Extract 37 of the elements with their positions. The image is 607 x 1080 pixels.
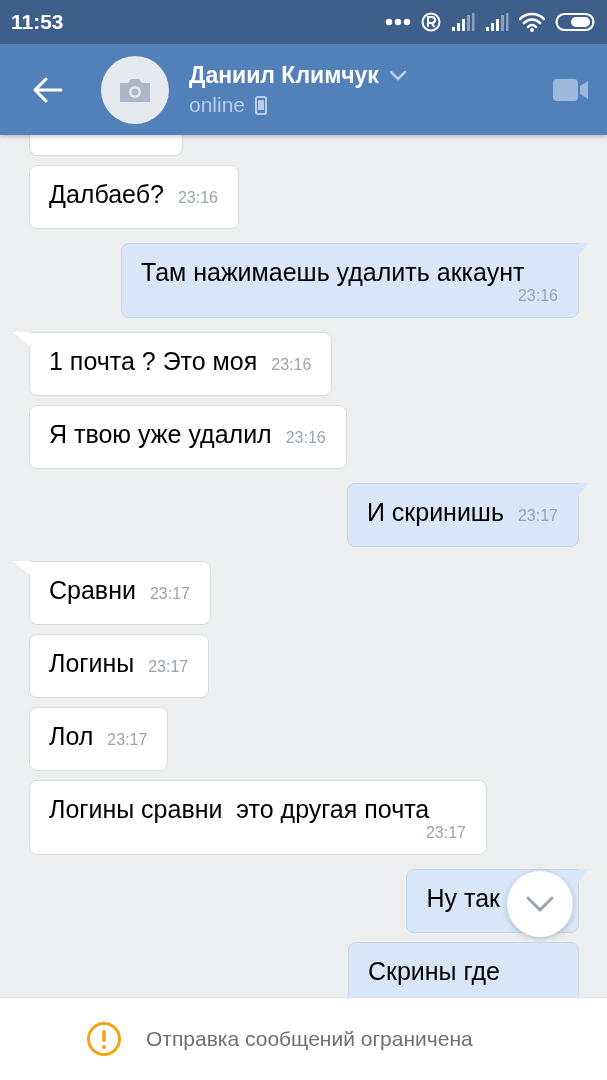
back-arrow-icon[interactable] [33, 76, 63, 103]
wifi-icon [519, 12, 545, 32]
message-time: 23:16 [177, 189, 218, 207]
message-text: Лол [49, 722, 94, 751]
phone-icon [255, 95, 268, 115]
video-camera-icon[interactable] [553, 77, 589, 102]
warning-icon [86, 1021, 122, 1057]
battery-icon [555, 12, 595, 32]
message-time: 23:17 [425, 824, 466, 842]
message-time: 23:17 [148, 658, 189, 676]
message-time: 23:16 [285, 429, 326, 447]
chevron-down-icon[interactable] [388, 70, 407, 81]
message-text: 1 почта ? Это моя [49, 347, 258, 376]
message-text: Я твою уже удалил [49, 420, 272, 449]
chevron-down-icon [526, 896, 554, 912]
registered-icon [421, 12, 441, 32]
camera-icon [118, 76, 152, 103]
message-text: Скрины где [367, 957, 500, 986]
online-status: online [189, 93, 246, 117]
notice-text: Отправка сообщений ограничена [146, 1027, 473, 1051]
message-text: Логины сравни это другая почта [49, 795, 430, 824]
message-text: И скринишь [366, 498, 504, 527]
clock-time: 11:53 [11, 10, 64, 34]
more-icon [385, 18, 411, 26]
message-text: Там нажимаешь удалить аккаунт [141, 258, 525, 287]
message-time: 23:17 [107, 731, 148, 749]
signal-icon [485, 12, 509, 32]
message-time: 23:16 [517, 287, 558, 305]
message-time: 23:17 [149, 585, 190, 603]
message-time: 23:16 [271, 356, 312, 374]
signal-icon [451, 12, 475, 32]
message-text: Логины [49, 649, 135, 678]
message-text: Сравни [49, 576, 136, 605]
contact-name[interactable]: Даниил Климчук [189, 62, 379, 89]
message-text: Далбаеб? [49, 180, 164, 209]
message-time: 23:17 [517, 507, 558, 525]
message-text: Ну так [426, 884, 500, 913]
